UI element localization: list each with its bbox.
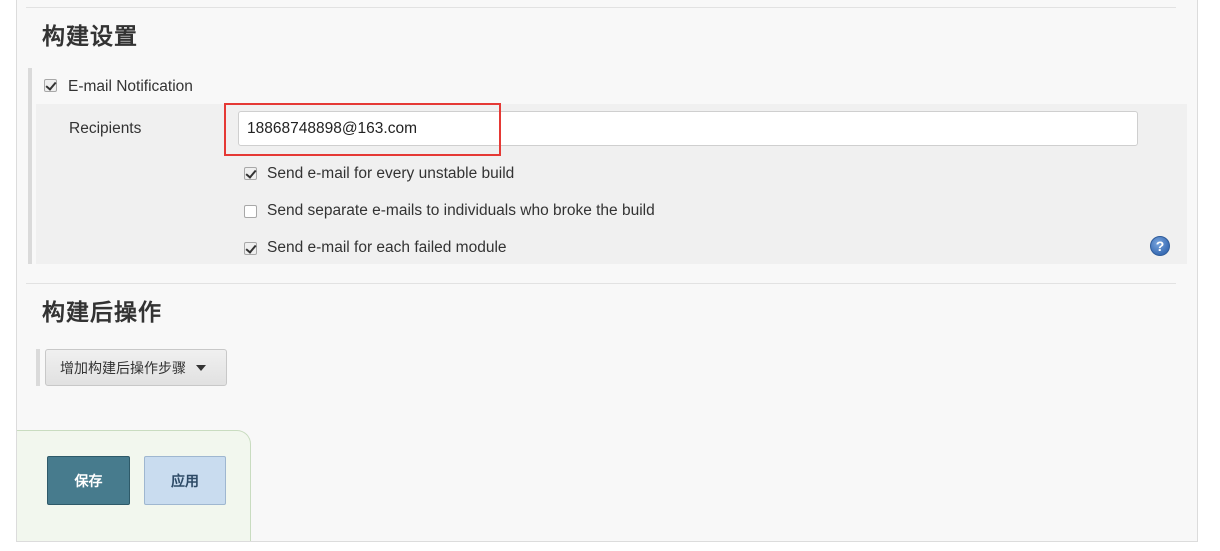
- build-settings-title: 构建设置: [42, 24, 138, 50]
- separate-emails-label: Send separate e-mails to individuals who…: [267, 202, 655, 219]
- save-button[interactable]: 保存: [47, 456, 130, 505]
- question-mark-icon[interactable]: ?: [1150, 236, 1170, 256]
- add-step-accent: [36, 349, 40, 386]
- recipients-input[interactable]: [238, 111, 1138, 146]
- post-build-title: 构建后操作: [42, 300, 162, 326]
- separate-emails-checkbox[interactable]: [244, 205, 257, 218]
- email-notification-label: E-mail Notification: [68, 78, 193, 95]
- unstable-build-checkbox[interactable]: [244, 167, 257, 180]
- failed-module-checkbox[interactable]: [244, 242, 257, 255]
- chevron-down-icon: [196, 364, 206, 371]
- email-notification-checkbox[interactable]: [44, 79, 57, 92]
- section-divider: [26, 283, 1176, 284]
- failed-module-label: Send e-mail for each failed module: [267, 239, 507, 256]
- add-post-build-step-button[interactable]: 增加构建后操作步骤: [45, 349, 227, 386]
- apply-button[interactable]: 应用: [144, 456, 226, 505]
- email-notification-block: [28, 68, 1187, 264]
- recipients-label: Recipients: [69, 120, 142, 137]
- section-divider: [26, 7, 1176, 8]
- add-step-label: 增加构建后操作步骤: [60, 360, 186, 377]
- unstable-build-label: Send e-mail for every unstable build: [267, 165, 515, 182]
